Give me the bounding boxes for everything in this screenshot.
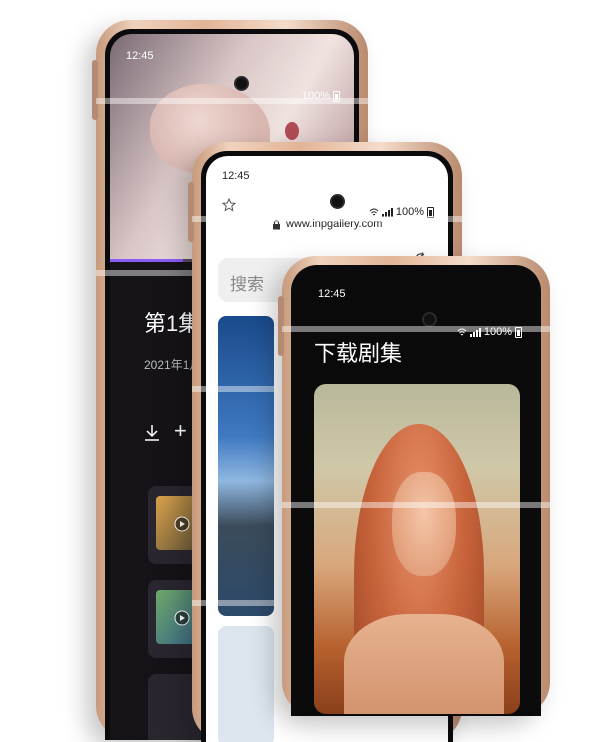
download-icon[interactable] [144,424,160,442]
portrait-face [392,472,456,576]
front-camera [332,196,343,207]
status-time: 12:45 [222,170,250,182]
featured-image[interactable] [314,384,520,714]
phone-front-screen: 12:45 100% 下载剧集 [296,270,536,716]
search-placeholder: 搜索 [230,275,264,294]
gallery-image[interactable] [218,316,274,616]
video-progress-fill [110,259,184,262]
antenna-band [96,98,368,104]
play-icon[interactable] [174,610,190,626]
front-camera [424,314,435,325]
antenna-band [282,502,550,508]
add-icon[interactable]: + [174,418,187,444]
finger-nail [285,122,299,140]
antenna-band [282,326,550,332]
portrait-shoulder [344,614,504,714]
play-icon[interactable] [174,516,190,532]
status-time: 12:45 [126,50,154,62]
front-camera [236,78,247,89]
status-time: 12:45 [318,288,346,300]
gallery-image[interactable] [218,626,274,742]
page-heading: 下载剧集 [314,341,403,366]
bookmark-star-icon[interactable] [222,198,236,212]
phone-front: 12:45 100% 下载剧集 [278,256,550,716]
antenna-band [192,216,462,222]
phone-front-bezel: 12:45 100% 下载剧集 [291,265,541,716]
